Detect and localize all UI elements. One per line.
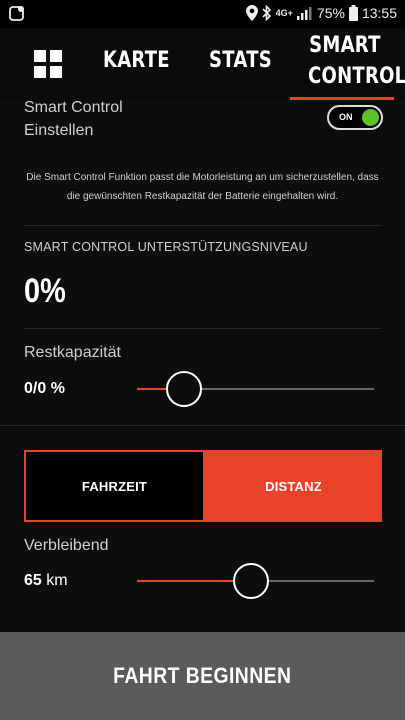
smart-control-title: Smart Control Einstellen	[24, 96, 123, 142]
toggle-knob	[362, 109, 379, 126]
network-type: 4G+	[275, 8, 293, 18]
location-icon	[245, 5, 258, 21]
smart-control-title-line2: Einstellen	[24, 122, 94, 139]
menu-grid-icon[interactable]	[34, 50, 62, 78]
remaining-value-group: 65 km	[24, 572, 68, 590]
status-icons: 4G+ 75% 13:55	[245, 5, 397, 21]
remaining-slider[interactable]	[137, 563, 374, 599]
clock: 13:55	[361, 5, 397, 21]
mode-selector: FAHRZEIT DISTANZ	[24, 450, 382, 522]
smart-control-title-line1: Smart Control	[24, 99, 123, 116]
remaining-label: Verbleibend	[24, 537, 109, 554]
remaining-unit: km	[46, 572, 68, 589]
tab-stats[interactable]: STATS	[209, 48, 272, 73]
remaining-value: 65	[24, 572, 42, 589]
section-divider	[0, 425, 405, 426]
tab-smart-control-line1: SMART	[309, 33, 381, 58]
rest-capacity-value: 0/0 %	[24, 380, 65, 397]
tab-smart-control[interactable]: SMART CONTROL	[308, 30, 405, 92]
divider	[24, 328, 381, 329]
notification-icon	[8, 5, 26, 28]
start-ride-button[interactable]: FAHRT BEGINNEN	[0, 632, 405, 720]
rest-capacity-slider[interactable]	[137, 371, 374, 407]
mode-fahrzeit-button[interactable]: FAHRZEIT	[24, 450, 205, 522]
tab-karte[interactable]: KARTE	[103, 48, 170, 73]
mode-distanz-button[interactable]: DISTANZ	[205, 450, 382, 522]
slider-thumb[interactable]	[166, 371, 203, 407]
active-tab-indicator	[290, 97, 394, 100]
battery-percent: 75%	[316, 5, 345, 21]
smart-control-description: Die Smart Control Funktion passt die Mot…	[26, 172, 379, 202]
slider-thumb[interactable]	[232, 563, 269, 599]
bluetooth-icon	[262, 5, 271, 21]
battery-icon	[348, 5, 358, 21]
status-bar: 4G+ 75% 13:55	[0, 0, 405, 28]
top-nav: KARTE STATS SMART CONTROL	[0, 28, 405, 100]
tab-smart-control-line2: CONTROL	[308, 64, 405, 89]
divider	[24, 225, 381, 226]
signal-icon	[296, 7, 312, 20]
toggle-label: ON	[339, 112, 353, 122]
support-level-title: SMART CONTROL UNTERSTÜTZUNGSNIVEAU	[24, 240, 308, 254]
start-ride-label: FAHRT BEGINNEN	[113, 663, 292, 688]
smart-control-toggle[interactable]: ON	[327, 105, 383, 130]
rest-capacity-label: Restkapazität	[24, 344, 121, 361]
support-level-value: 0%	[24, 272, 66, 310]
